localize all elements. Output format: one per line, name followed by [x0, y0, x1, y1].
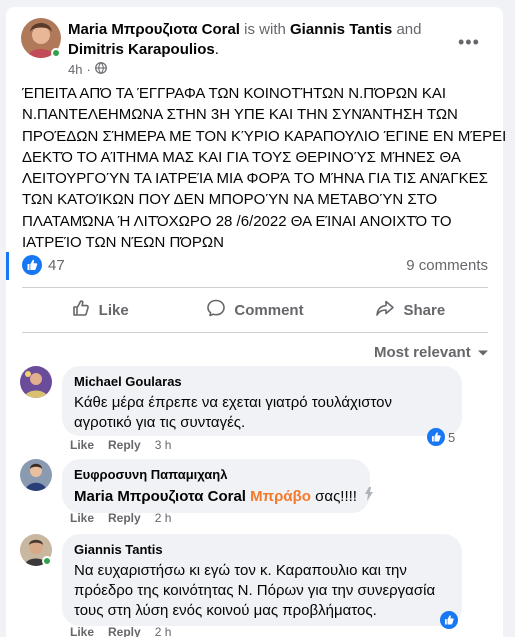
- post-body-line: ΛΕΙΤΟΥΡΓΟΎΝ ΤΑ ΙΑΤΡΕΊΑ ΜΙΑ ΦΟΡΆ ΤΟ ΜΉΝΑ …: [22, 170, 488, 188]
- comment-text-line: πρόεδρο της κοινότητας Ν. Πόρων για την …: [74, 582, 436, 599]
- globe-icon: [94, 62, 107, 77]
- comment-reply-link[interactable]: Reply: [108, 625, 141, 637]
- post-card: Maria Μπρουζιοτα Coral is with Giannis T…: [6, 7, 507, 637]
- post-header-line1: Maria Μπρουζιοτα Coral is with Giannis T…: [68, 20, 421, 40]
- comment-author[interactable]: Michael Goularas: [74, 374, 450, 390]
- comment-reply-link[interactable]: Reply: [108, 438, 141, 452]
- tagged-suffix: .: [214, 41, 219, 58]
- caret-down-icon: [477, 344, 489, 361]
- online-indicator: [51, 48, 61, 58]
- comment-reactions[interactable]: [440, 611, 458, 629]
- comment-time[interactable]: 3 h: [155, 438, 172, 452]
- online-indicator: [42, 556, 52, 566]
- mentioned-user[interactable]: Maria Μπρουζιοτα Coral: [74, 488, 246, 505]
- comment-button-label: Comment: [234, 301, 304, 319]
- tagged-user-2[interactable]: Dimitris Karapoulios: [68, 41, 215, 58]
- comment-actions: Like Reply 2 h: [70, 511, 171, 525]
- divider: [22, 332, 488, 333]
- comment-like-link[interactable]: Like: [70, 625, 94, 637]
- post-stats: 47 9 comments: [22, 255, 488, 277]
- post-body-line: Ν.ΠΑΝΤΕΛΕΗΜΩΝΑ ΣΤΗΝ 3Η ΥΠΕ ΚΑΙ ΤΗΝ ΣΥΝΆΝ…: [22, 106, 458, 124]
- comment-actions: Like Reply 3 h: [70, 438, 171, 452]
- comment-like-link[interactable]: Like: [70, 438, 94, 452]
- comment-sort-dropdown[interactable]: Most relevant: [374, 344, 489, 361]
- share-button-label: Share: [403, 301, 446, 319]
- comment-reaction-count: 5: [448, 429, 456, 445]
- post-meta: 4h ·: [68, 62, 107, 77]
- comment-text-line: Κάθε μέρα έπρεπε να εχεται γιατρό τουλάχ…: [74, 394, 393, 411]
- and-text: and: [396, 21, 422, 38]
- post-body-line: ΙΑΤΡΕΊΟ ΤΩΝ ΝΈΩΝ ΠΌΡΩΝ: [22, 234, 224, 252]
- post-body-line: ΤΩΝ ΚΑΤΟΊΚΩΝ ΠΟΥ ΔΕΝ ΜΠΟΡΟΎΝ ΝΑ ΜΕΤΑΒΟΎΝ…: [22, 191, 438, 209]
- lightning-icon: [363, 486, 375, 508]
- like-button[interactable]: Like: [22, 292, 177, 328]
- like-reaction-icon[interactable]: [22, 255, 42, 275]
- thumbs-up-icon: [71, 298, 91, 322]
- comment-text-line: Να ευχαριστήσω κι εγώ τον κ. Καραπουλιο …: [74, 562, 407, 579]
- share-arrow-icon: [375, 298, 395, 322]
- post-body-line: ΠΡΟΈΔΩΝ ΣΉΜΕΡΑ ΜΕ ΤΟΝ ΚΎΡΙΟ ΚΑΡΑΠΟΥΛΙΟ Έ…: [22, 127, 507, 145]
- comment-button[interactable]: Comment: [177, 292, 332, 328]
- commenter-avatar[interactable]: [20, 366, 52, 398]
- share-button[interactable]: Share: [333, 292, 488, 328]
- comment-text-line: αγροτικό για τις συνταγές.: [74, 414, 246, 431]
- comment-icon: [206, 298, 226, 322]
- comment-rest-text: σας!!!!: [315, 487, 357, 505]
- more-options-button[interactable]: •••: [458, 32, 480, 53]
- comment-author[interactable]: Ευφροσυνη Παπαμιχαηλ: [74, 467, 358, 483]
- like-button-label: Like: [98, 301, 129, 319]
- comment-text-line: τους στη λύση ενός κοινού μας προβλήματο…: [74, 602, 377, 619]
- commenter-avatar[interactable]: [20, 459, 52, 491]
- sort-label: Most relevant: [374, 344, 471, 361]
- comments-count[interactable]: 9 comments: [406, 257, 488, 274]
- post-body-line: ΔΕΚΤΌ ΤΟ ΑΊΤΗΜΑ ΜΑΣ ΚΑΙ ΓΙΑ ΤΟΥΣ ΘΕΡΙΝΟΎ…: [22, 148, 461, 166]
- comment-text: Maria Μπρουζιοτα Coral Μπράβο σας!!!!: [74, 486, 374, 508]
- post-body-line: ΈΠΕΙΤΑ ΑΠΌ ΤΑ ΈΓΓΡΑΦΑ ΤΩΝ ΚΟΙΝΟΤΉΤΩΝ Ν.Π…: [22, 85, 447, 102]
- post-time[interactable]: 4h: [68, 62, 82, 77]
- like-reaction-icon: [427, 428, 445, 446]
- comment-actions: Like Reply 2 h: [70, 625, 171, 637]
- comment-like-link[interactable]: Like: [70, 511, 94, 525]
- comment-reply-link[interactable]: Reply: [108, 511, 141, 525]
- reactions-count[interactable]: 47: [48, 257, 65, 274]
- with-text: is with: [244, 21, 286, 38]
- post-body-line: ΠΛΑΤΑΜΏΝΑ Ή ΛΙΤΌΧΩΡΟ 28 /6/2022 ΘΑ ΕΊΝΑΙ…: [22, 212, 452, 230]
- meta-dot: ·: [86, 62, 91, 77]
- comment-time[interactable]: 2 h: [155, 625, 172, 637]
- comment-author[interactable]: Giannis Tantis: [74, 542, 450, 558]
- post-actions: Like Comment Share: [22, 292, 488, 328]
- post-header-line2: Dimitris Karapoulios.: [68, 40, 219, 60]
- post-body: ΈΠΕΙΤΑ ΑΠΌ ΤΑ ΈΓΓΡΑΦΑ ΤΩΝ ΚΟΙΝΟΤΉΤΩΝ Ν.Π…: [22, 83, 507, 253]
- like-reaction-icon: [440, 611, 458, 629]
- comment-reactions[interactable]: 5: [427, 428, 455, 446]
- divider: [22, 287, 488, 288]
- tagged-user-1[interactable]: Giannis Tantis: [290, 21, 392, 38]
- author-name[interactable]: Maria Μπρουζιοτα Coral: [68, 21, 240, 38]
- comment-bubble: Michael Goularas Κάθε μέρα έπρεπε να εχε…: [62, 366, 462, 436]
- highlighted-word: Μπράβο: [250, 487, 311, 505]
- comment-bubble: Ευφροσυνη Παπαμιχαηλ Maria Μπρουζιοτα Co…: [62, 459, 374, 513]
- comment-time[interactable]: 2 h: [155, 511, 172, 525]
- comment-bubble: Giannis Tantis Να ευχαριστήσω κι εγώ τον…: [62, 534, 462, 626]
- focus-accent-bar: [6, 252, 9, 280]
